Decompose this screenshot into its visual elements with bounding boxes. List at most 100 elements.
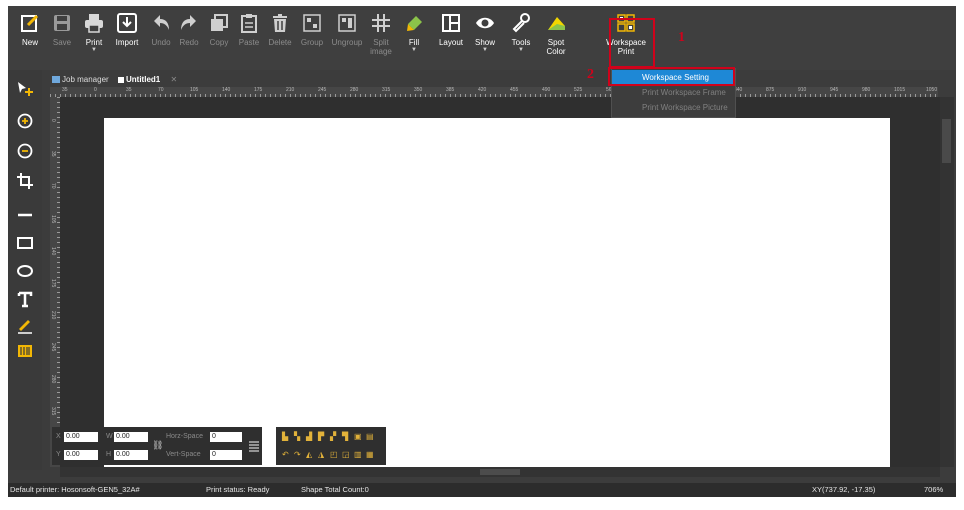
align-right-icon[interactable]: ▟ bbox=[306, 433, 314, 441]
undo-icon bbox=[150, 12, 172, 34]
document-tabs: Job manager Untitled1 ✕ bbox=[50, 73, 610, 87]
delete-label: Delete bbox=[268, 38, 292, 47]
ungroup-button[interactable]: Ungroup bbox=[330, 12, 364, 47]
line-tool-icon[interactable] bbox=[16, 206, 34, 224]
distribute-horizontal-icon[interactable]: ▣ bbox=[354, 433, 362, 441]
align-middle-icon[interactable]: ▞ bbox=[330, 433, 338, 441]
ruler-tick-label: 35 bbox=[50, 151, 56, 157]
ruler-tick-label: 1050 bbox=[926, 87, 938, 93]
group-button[interactable]: Group bbox=[298, 12, 326, 47]
paste-button[interactable]: Paste bbox=[236, 12, 262, 47]
import-button[interactable]: Import bbox=[112, 12, 142, 47]
tools-label: Tools bbox=[511, 38, 531, 47]
document-icon bbox=[118, 76, 124, 83]
vertical-scroll-thumb[interactable] bbox=[942, 119, 951, 163]
ruler-tick-label: 420 bbox=[478, 87, 487, 93]
same-height-icon[interactable]: ▦ bbox=[366, 451, 374, 459]
cursor-coordinates: XY(737.92, -17.35) bbox=[812, 485, 876, 494]
zoom-in-icon[interactable] bbox=[16, 112, 34, 130]
ruler-tick-label: 0 bbox=[94, 87, 97, 93]
color-label: Color bbox=[546, 47, 566, 56]
ruler-tick-label: 105 bbox=[50, 215, 56, 224]
eye-icon bbox=[474, 12, 496, 34]
tab-job-manager-label: Job manager bbox=[62, 75, 109, 84]
h-label: H bbox=[106, 451, 112, 458]
ruler-tick-label: 175 bbox=[254, 87, 263, 93]
horizontal-scroll-thumb[interactable] bbox=[480, 469, 520, 475]
width-field[interactable]: 0.00 bbox=[114, 432, 148, 442]
layout-button[interactable]: Layout bbox=[434, 12, 468, 47]
print-label: Print bbox=[85, 38, 103, 47]
rectangle-tool-icon[interactable] bbox=[16, 234, 34, 252]
workspace-page[interactable] bbox=[104, 118, 890, 467]
tab-job-manager[interactable]: Job manager bbox=[52, 73, 109, 87]
vertical-scrollbar[interactable] bbox=[940, 97, 954, 467]
print-button[interactable]: Print ▼ bbox=[80, 12, 108, 53]
send-back-icon[interactable]: ◲ bbox=[342, 451, 350, 459]
print-dropdown-arrow[interactable]: ▼ bbox=[80, 47, 108, 53]
bring-front-icon[interactable]: ◰ bbox=[330, 451, 338, 459]
show-button[interactable]: Show ▼ bbox=[470, 12, 500, 53]
zoom-out-icon[interactable] bbox=[16, 142, 34, 160]
vert-space-field[interactable]: 0 bbox=[210, 450, 242, 460]
show-dropdown-arrow[interactable]: ▼ bbox=[470, 47, 500, 53]
text-tool-icon[interactable] bbox=[16, 290, 34, 308]
array-icon[interactable] bbox=[248, 439, 260, 452]
ruler-tick-label: 210 bbox=[50, 311, 56, 320]
align-top-icon[interactable]: ▛ bbox=[318, 433, 326, 441]
canvas-area[interactable] bbox=[60, 97, 940, 467]
distribute-vertical-icon[interactable]: ▤ bbox=[366, 433, 374, 441]
save-button[interactable]: Save bbox=[48, 12, 76, 47]
import-icon bbox=[116, 12, 138, 34]
left-toolbox bbox=[8, 70, 42, 470]
ruler-tick-label: 980 bbox=[862, 87, 871, 93]
new-button[interactable]: New bbox=[14, 12, 46, 47]
tools-button[interactable]: Tools ▼ bbox=[506, 12, 536, 53]
split-label: Split bbox=[373, 38, 389, 47]
rotate-left-icon[interactable]: ↶ bbox=[282, 451, 290, 459]
align-panel: ▙ ▚ ▟ ▛ ▞ ▜ ▣ ▤ ↶ ↷ ◭ ◮ ◰ ◲ ▥ ▦ bbox=[276, 427, 386, 465]
split-image-button[interactable]: Split image bbox=[366, 12, 396, 56]
fill-button[interactable]: Fill ▼ bbox=[400, 12, 428, 53]
copy-button[interactable]: Copy bbox=[206, 12, 232, 47]
select-tool-icon[interactable] bbox=[16, 80, 34, 98]
horizontal-scrollbar[interactable] bbox=[60, 467, 940, 477]
menu-item-print-workspace-picture[interactable]: Print Workspace Picture bbox=[612, 100, 735, 115]
ellipse-tool-icon[interactable] bbox=[16, 262, 34, 280]
fill-dropdown-arrow[interactable]: ▼ bbox=[400, 47, 428, 53]
barcode-tool-icon[interactable] bbox=[16, 342, 34, 360]
undo-label: Undo bbox=[151, 38, 171, 47]
align-center-icon[interactable]: ▚ bbox=[294, 433, 302, 441]
flip-vertical-icon[interactable]: ◮ bbox=[318, 451, 326, 459]
ruler-tick-label: 140 bbox=[50, 247, 56, 256]
ruler-tick-label: 385 bbox=[446, 87, 455, 93]
close-tab-icon[interactable]: ✕ bbox=[170, 75, 177, 84]
align-bottom-icon[interactable]: ▜ bbox=[342, 433, 350, 441]
ruler-tick-label: 280 bbox=[50, 375, 56, 384]
delete-button[interactable]: Delete bbox=[266, 12, 294, 47]
vert-space-label: Vert-Space bbox=[166, 451, 201, 458]
lock-ratio-icon[interactable]: ⛓ bbox=[152, 440, 163, 451]
pen-tool-icon[interactable] bbox=[16, 316, 34, 334]
horz-space-field[interactable]: 0 bbox=[210, 432, 242, 442]
layout-label: Layout bbox=[438, 38, 464, 47]
ruler-tick-label: 910 bbox=[798, 87, 807, 93]
shape-count-text: Shape Total Count:0 bbox=[301, 485, 369, 494]
group-icon bbox=[301, 12, 323, 34]
menu-item-print-workspace-frame[interactable]: Print Workspace Frame bbox=[612, 85, 735, 100]
undo-button[interactable]: Undo bbox=[148, 12, 174, 47]
tab-untitled1[interactable]: Untitled1 ✕ bbox=[118, 73, 177, 87]
horizontal-ruler: 35 0 35 70 105 140 175 210 245 280 315 350 385 420 455… bbox=[50, 87, 938, 97]
rotate-right-icon[interactable]: ↷ bbox=[294, 451, 302, 459]
tools-dropdown-arrow[interactable]: ▼ bbox=[506, 47, 536, 53]
y-field[interactable]: 0.00 bbox=[64, 450, 98, 460]
spot-color-button[interactable]: Spot Color bbox=[540, 12, 572, 56]
same-width-icon[interactable]: ▥ bbox=[354, 451, 362, 459]
flip-horizontal-icon[interactable]: ◭ bbox=[306, 451, 314, 459]
align-left-icon[interactable]: ▙ bbox=[282, 433, 290, 441]
x-field[interactable]: 0.00 bbox=[64, 432, 98, 442]
crop-icon[interactable] bbox=[16, 172, 34, 190]
ruler-tick-label: 210 bbox=[286, 87, 295, 93]
height-field[interactable]: 0.00 bbox=[114, 450, 148, 460]
redo-button[interactable]: Redo bbox=[176, 12, 202, 47]
